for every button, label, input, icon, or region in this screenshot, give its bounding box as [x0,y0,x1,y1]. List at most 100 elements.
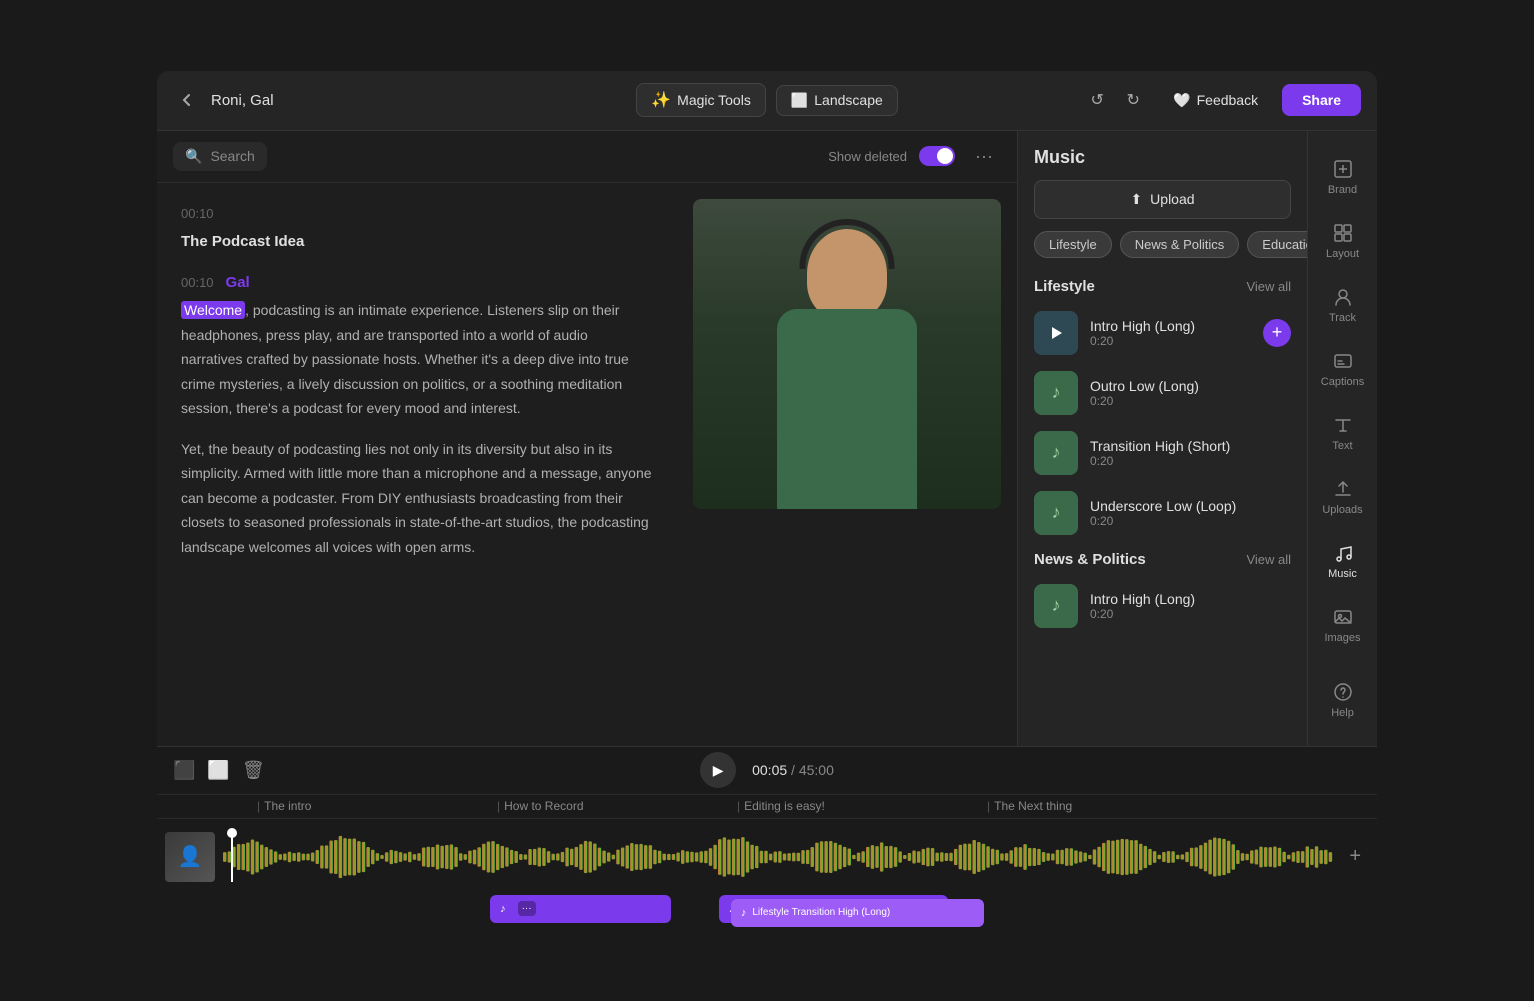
captions-label: Captions [1321,376,1364,388]
genre-education[interactable]: Education [1247,231,1307,258]
project-title: Roni, Gal [211,92,274,109]
waveform-container: 👤 // Generate waveform bars const [157,819,1377,895]
track-dur-1: 0:20 [1090,394,1291,408]
redo-button[interactable]: ↻ [1117,84,1149,116]
track-info-2: Transition High (Short) 0:20 [1090,438,1291,468]
track-name-1: Outro Low (Long) [1090,378,1291,394]
music-chip-more-1[interactable]: ··· [518,901,536,916]
uploads-label: Uploads [1322,504,1362,516]
track-thumb-1: ♪ [1034,371,1078,415]
editor-area: 🔍 Search Show deleted ··· 00:10 The Podc… [157,131,1017,746]
images-label: Images [1324,632,1360,644]
music-note-icon-2: ♪ [1052,442,1061,463]
track-info-news-0: Intro High (Long) 0:20 [1090,591,1291,621]
transcript-area: 00:10 The Podcast Idea 00:10 Gal Welcome… [157,183,677,746]
person-head-visual [807,229,887,319]
sidebar-item-track[interactable]: Track [1313,275,1373,335]
news-view-all[interactable]: View all [1246,552,1291,567]
add-track-button-0[interactable]: + [1263,319,1291,347]
timeline-area: ⬛ ⬜ 🗑 ▶ 00:05 / 45:00 The intro How to R… [157,746,1377,931]
app-window: Roni, Gal ✨ Magic Tools ⬜ Landscape ↺ ↻ … [157,71,1377,931]
header-right: ↺ ↻ 🤍 Feedback Share [898,84,1361,116]
right-sidebar: Brand Layout Track Captions Text Uploads [1307,131,1377,746]
landscape-button[interactable]: ⬜ Landscape [776,85,898,116]
music-note-icon-news: ♪ [1052,595,1061,616]
track-name-3: Underscore Low (Loop) [1090,498,1291,514]
music-chip-2[interactable]: ♪ Lifestyle Transition High (Long) [731,899,984,927]
music-icon [1332,542,1354,564]
track-thumb-2: ♪ [1034,431,1078,475]
lifestyle-view-all[interactable]: View all [1246,279,1291,294]
track-item-outro-low[interactable]: ♪ Outro Low (Long) 0:20 [1018,363,1307,423]
brand-icon [1332,158,1354,180]
duplicate-tool-button[interactable]: ⬜ [207,760,229,781]
track-name-2: Transition High (Short) [1090,438,1291,454]
share-button[interactable]: Share [1282,84,1361,116]
section-title-1: The Podcast Idea [181,229,653,255]
playback-bar: ⬛ ⬜ 🗑 ▶ 00:05 / 45:00 [157,747,1377,795]
header-left: Roni, Gal [173,86,636,114]
time-separator: / [791,762,799,778]
genre-lifestyle[interactable]: Lifestyle [1034,231,1112,258]
total-time: 45:00 [799,762,834,778]
upload-button[interactable]: ⬆ Upload [1034,180,1291,219]
add-track-end-button[interactable]: + [1341,845,1369,868]
magic-tools-button[interactable]: ✨ Magic Tools [636,83,766,117]
track-dur-2: 0:20 [1090,454,1291,468]
lifestyle-section-header: Lifestyle View all [1018,270,1307,303]
music-label: Music [1328,568,1357,580]
brand-label: Brand [1328,184,1357,196]
sidebar-item-text[interactable]: Text [1313,403,1373,463]
track-item-intro-high[interactable]: Intro High (Long) 0:20 + [1018,303,1307,363]
track-item-news-intro[interactable]: ♪ Intro High (Long) 0:20 [1018,576,1307,636]
sidebar-item-brand[interactable]: Brand [1313,147,1373,207]
timeline-tools: ⬛ ⬜ 🗑 [173,760,265,781]
person-body-visual [777,309,917,509]
uploads-icon [1332,478,1354,500]
chapter-marker-1: How to Record [497,799,584,813]
lifestyle-label: Lifestyle [1034,278,1095,295]
track-item-transition-high[interactable]: ♪ Transition High (Short) 0:20 [1018,423,1307,483]
undo-button[interactable]: ↺ [1081,84,1113,116]
music-chip-1[interactable]: ♪ ··· [490,895,671,923]
more-options-button[interactable]: ··· [967,142,1001,171]
magic-wand-icon: ✨ [651,90,671,110]
chapter-markers: The intro How to Record Editing is easy!… [157,795,1377,819]
sidebar-item-captions[interactable]: Captions [1313,339,1373,399]
transcript-entry-1: 00:10 The Podcast Idea [181,203,653,255]
sidebar-item-layout[interactable]: Layout [1313,211,1373,271]
main-content: 🔍 Search Show deleted ··· 00:10 The Podc… [157,131,1377,746]
play-overlay-0 [1034,311,1078,355]
show-deleted-label: Show deleted [828,149,907,164]
timestamp-2: 00:10 [181,272,214,294]
show-deleted-toggle[interactable] [919,146,955,166]
track-name-0: Intro High (Long) [1090,318,1251,334]
sidebar-item-music[interactable]: Music [1313,531,1373,591]
playback-controls: ▶ 00:05 / 45:00 [700,752,834,788]
sidebar-item-uploads[interactable]: Uploads [1313,467,1373,527]
chapter-marker-2: Editing is easy! [737,799,825,813]
upload-icon: ⬆ [1130,191,1142,208]
feedback-button[interactable]: 🤍 Feedback [1161,86,1270,115]
genre-news[interactable]: News & Politics [1120,231,1240,258]
delete-tool-button[interactable]: 🗑 [242,760,265,781]
play-button[interactable]: ▶ [700,752,736,788]
track-dur-news-0: 0:20 [1090,607,1291,621]
music-chip-icon-1: ♪ [500,903,506,915]
transcript-entry-3: Yet, the beauty of podcasting lies not o… [181,437,653,560]
sidebar-item-images[interactable]: Images [1313,595,1373,655]
waveform-main[interactable]: // Generate waveform bars const svgNS = … [223,832,1333,882]
transcript-text-3: Yet, the beauty of podcasting lies not o… [181,437,653,560]
track-thumb-news-0: ♪ [1034,584,1078,628]
text-label: Text [1332,440,1352,452]
track-item-underscore[interactable]: ♪ Underscore Low (Loop) 0:20 [1018,483,1307,543]
track-name-news-0: Intro High (Long) [1090,591,1291,607]
track-dur-0: 0:20 [1090,334,1251,348]
track-info-0: Intro High (Long) 0:20 [1090,318,1251,348]
back-button[interactable] [173,86,201,114]
crop-tool-button[interactable]: ⬛ [173,760,195,781]
preview-area [677,183,1017,746]
search-box[interactable]: 🔍 Search [173,142,267,171]
sidebar-item-help[interactable]: Help [1313,670,1373,730]
music-chip-label-2: Lifestyle Transition High (Long) [752,907,890,918]
